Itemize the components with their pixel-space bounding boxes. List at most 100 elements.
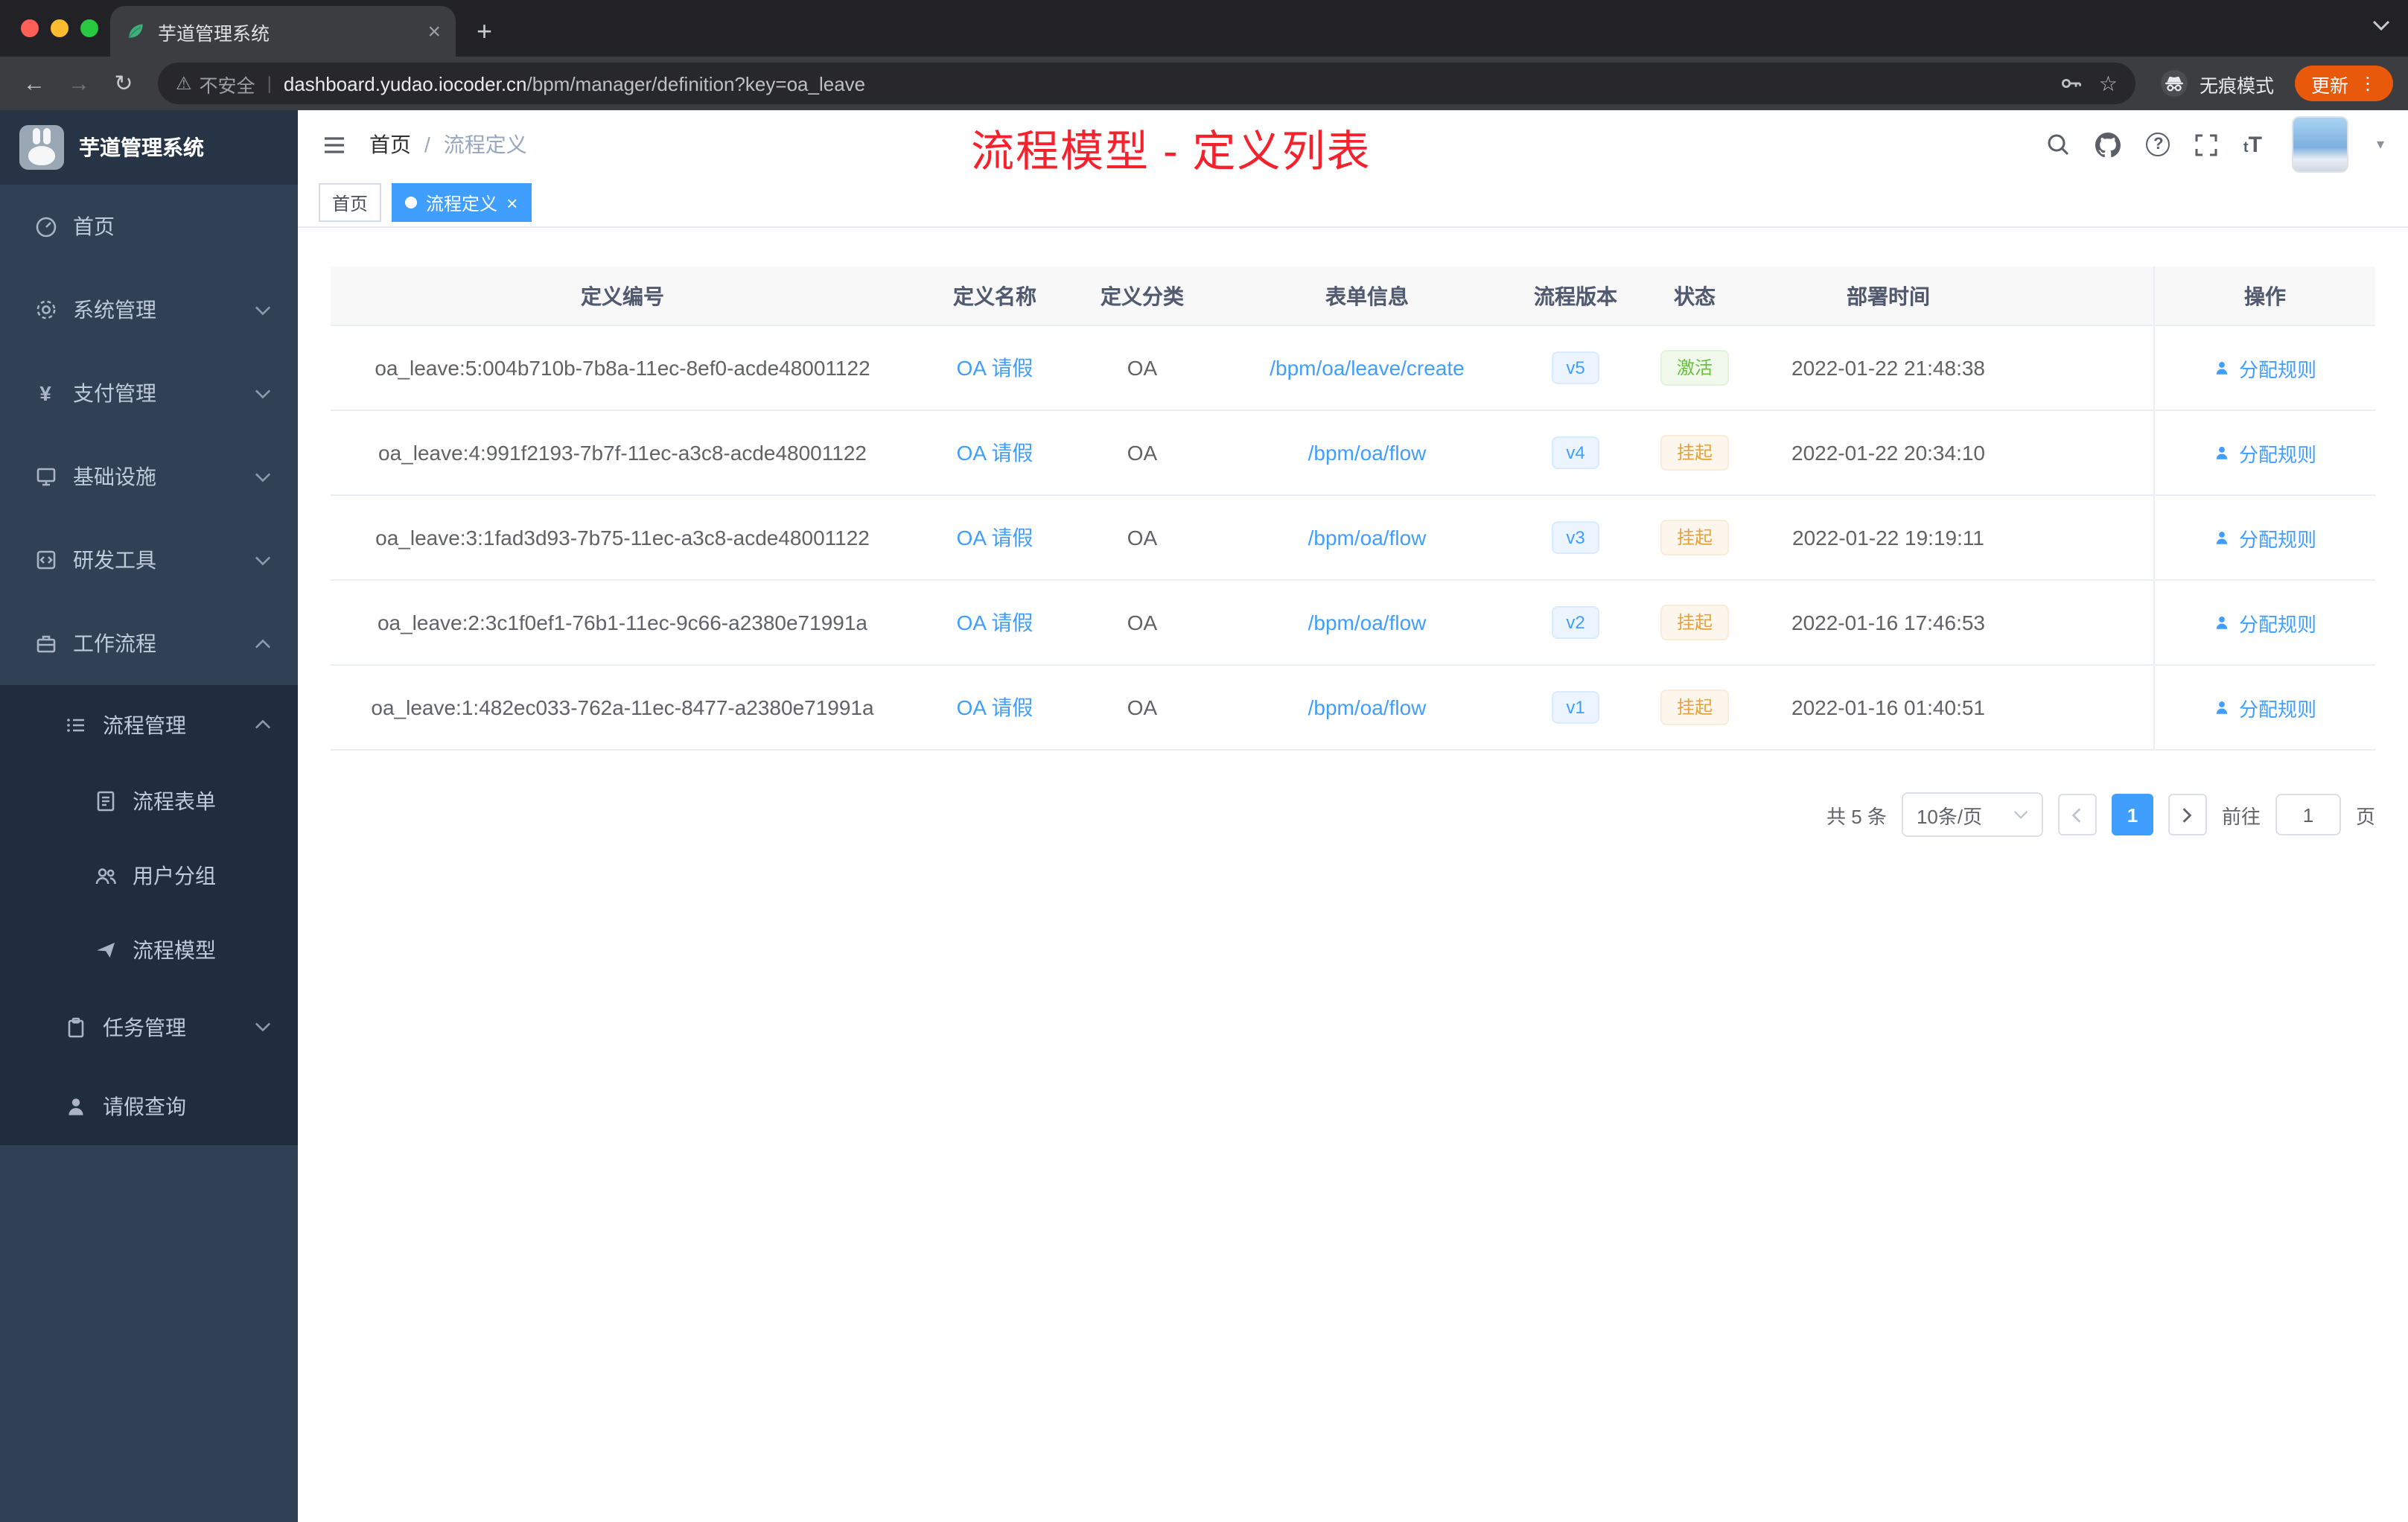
url-bar[interactable]: ⚠ 不安全 | dashboard.yudao.iocoder.cn /bpm/… bbox=[158, 63, 2135, 104]
form-link[interactable]: /bpm/oa/flow bbox=[1308, 695, 1427, 719]
avatar-caret-down-icon[interactable]: ▾ bbox=[2377, 136, 2384, 153]
cell-status: 挂起 bbox=[1626, 605, 1763, 640]
current-page-button[interactable]: 1 bbox=[2111, 794, 2153, 835]
sidebar-item-infrastructure[interactable]: 基础设施 bbox=[0, 435, 298, 518]
sidebar-item-process-model[interactable]: 流程模型 bbox=[0, 913, 298, 987]
cell-version: v4 bbox=[1525, 436, 1626, 470]
form-link[interactable]: /bpm/oa/flow bbox=[1308, 441, 1427, 465]
page-size-select[interactable]: 10条/页 bbox=[1901, 792, 2043, 837]
assign-rule-link[interactable]: 分配规则 bbox=[2214, 354, 2316, 382]
cell-form-info: /bpm/oa/flow bbox=[1209, 441, 1525, 465]
password-key-icon[interactable] bbox=[2060, 71, 2084, 95]
form-link[interactable]: /bpm/oa/leave/create bbox=[1270, 356, 1465, 380]
assign-rule-label: 分配规则 bbox=[2238, 358, 2316, 380]
sidebar-item-label: 研发工具 bbox=[73, 548, 156, 572]
font-size-icon[interactable]: tT bbox=[2243, 132, 2262, 157]
cell-version: v5 bbox=[1525, 351, 1626, 385]
help-icon[interactable]: ? bbox=[2146, 133, 2170, 156]
breadcrumb-home[interactable]: 首页 bbox=[369, 130, 411, 159]
content: 定义编号 定义名称 定义分类 表单信息 流程版本 状态 部署时间 操作 oa_l… bbox=[298, 228, 2408, 1522]
column-header-deploy-time: 部署时间 bbox=[1763, 267, 2013, 325]
cell-deploy-time: 2022-01-22 19:19:11 bbox=[1792, 526, 1984, 550]
assign-rule-label: 分配规则 bbox=[2238, 698, 2316, 720]
form-link[interactable]: /bpm/oa/flow bbox=[1308, 611, 1427, 634]
column-header-form: 表单信息 bbox=[1209, 267, 1525, 325]
back-button[interactable]: ← bbox=[15, 72, 54, 95]
incognito-icon bbox=[2159, 69, 2189, 98]
cell-version: v2 bbox=[1525, 605, 1626, 640]
total-count: 共 5 条 bbox=[1826, 805, 1887, 827]
sidebar-item-process-management[interactable]: 流程管理 bbox=[0, 685, 298, 764]
definition-name-link[interactable]: OA 请假 bbox=[957, 692, 1033, 722]
sidebar-item-payment-management[interactable]: ¥ 支付管理 bbox=[0, 351, 298, 435]
search-icon[interactable] bbox=[2047, 133, 2071, 156]
definition-name-link[interactable]: OA 请假 bbox=[957, 438, 1033, 468]
sidebar-item-system-management[interactable]: 系统管理 bbox=[0, 268, 298, 351]
form-link[interactable]: /bpm/oa/flow bbox=[1308, 526, 1427, 550]
url-domain-text: dashboard.yudao.iocoder.cn bbox=[283, 72, 527, 95]
cell-gap bbox=[2013, 496, 2153, 579]
tag-close-icon[interactable]: × bbox=[506, 193, 517, 212]
user-avatar[interactable] bbox=[2291, 116, 2348, 173]
chevron-down-icon bbox=[255, 471, 271, 482]
column-header-gap bbox=[2013, 267, 2153, 325]
sidebar-item-dev-tools[interactable]: 研发工具 bbox=[0, 518, 298, 602]
sidebar-item-leave-query[interactable]: 请假查询 bbox=[0, 1066, 298, 1145]
sidebar-logo[interactable]: 芋道管理系统 bbox=[0, 110, 298, 185]
next-page-button[interactable] bbox=[2167, 794, 2207, 835]
definition-name-link[interactable]: OA 请假 bbox=[957, 608, 1033, 637]
new-tab-button[interactable]: + bbox=[477, 18, 492, 45]
assign-rule-link[interactable]: 分配规则 bbox=[2214, 439, 2316, 467]
assign-rule-link[interactable]: 分配规则 bbox=[2214, 523, 2316, 552]
reload-button[interactable]: ↻ bbox=[104, 72, 143, 95]
app-title: 芋道管理系统 bbox=[79, 136, 204, 159]
cell-deploy-time: 2022-01-16 17:46:53 bbox=[1791, 611, 1985, 634]
browser-tab[interactable]: 芋道管理系统 × bbox=[110, 6, 456, 57]
traffic-light-zoom-button[interactable] bbox=[80, 19, 98, 37]
navbar-actions: ? tT ▾ bbox=[2047, 116, 2384, 173]
update-button[interactable]: 更新 ⋮ bbox=[2294, 66, 2393, 101]
github-icon[interactable] bbox=[2095, 132, 2121, 157]
cell-definition-id: oa_leave:4:991f2193-7b7f-11ec-a3c8-acde4… bbox=[378, 441, 867, 465]
definition-name-link[interactable]: OA 请假 bbox=[957, 353, 1033, 383]
bookmark-star-icon[interactable]: ☆ bbox=[2099, 71, 2118, 96]
leaf-favicon-icon bbox=[125, 21, 146, 42]
cell-gap bbox=[2013, 581, 2153, 664]
sidebar-item-user-group[interactable]: 用户分组 bbox=[0, 838, 298, 913]
sidebar-item-label: 系统管理 bbox=[73, 298, 156, 322]
definition-name-link[interactable]: OA 请假 bbox=[957, 523, 1033, 553]
tag-process-definition[interactable]: 流程定义 × bbox=[392, 183, 532, 222]
prev-page-button[interactable] bbox=[2057, 794, 2097, 835]
cell-gap bbox=[2013, 411, 2153, 494]
sidebar-item-process-form[interactable]: 流程表单 bbox=[0, 764, 298, 838]
tag-label: 流程定义 bbox=[426, 193, 498, 214]
traffic-light-close-button[interactable] bbox=[21, 19, 39, 37]
user-group-icon bbox=[92, 863, 118, 888]
forward-button[interactable]: → bbox=[60, 72, 98, 95]
tag-home[interactable]: 首页 bbox=[319, 183, 382, 222]
tab-close-icon[interactable]: × bbox=[427, 20, 441, 42]
security-label[interactable]: 不安全 bbox=[200, 69, 255, 98]
version-badge: v2 bbox=[1551, 605, 1600, 640]
tab-search-chevron-down-icon[interactable] bbox=[2372, 19, 2390, 31]
page-size-value: 10条/页 bbox=[1916, 805, 1983, 827]
fullscreen-icon[interactable] bbox=[2196, 133, 2218, 156]
cell-form-info: /bpm/oa/flow bbox=[1209, 695, 1525, 719]
cell-operations: 分配规则 bbox=[2153, 326, 2375, 410]
traffic-light-minimize-button[interactable] bbox=[51, 19, 69, 37]
navbar: 首页 / 流程定义 流程模型 - 定义列表 ? tT ▾ bbox=[298, 110, 2408, 179]
window-controls bbox=[0, 0, 119, 57]
goto-page-input[interactable] bbox=[2275, 794, 2341, 835]
sidebar-item-label: 支付管理 bbox=[73, 381, 156, 405]
assign-rule-link[interactable]: 分配规则 bbox=[2214, 608, 2316, 637]
breadcrumb-separator: / bbox=[424, 133, 430, 156]
briefcase-icon bbox=[33, 631, 58, 656]
sidebar-item-workflow[interactable]: 工作流程 bbox=[0, 602, 298, 685]
cell-operations: 分配规则 bbox=[2153, 411, 2375, 494]
sidebar-item-task-management[interactable]: 任务管理 bbox=[0, 987, 298, 1066]
assign-rule-link[interactable]: 分配规则 bbox=[2214, 693, 2316, 722]
browser-menu-dots-icon[interactable]: ⋮ bbox=[2359, 73, 2377, 94]
user-icon bbox=[2214, 614, 2232, 631]
sidebar-item-home[interactable]: 首页 bbox=[0, 185, 298, 268]
sidebar-toggle-button[interactable] bbox=[322, 132, 347, 157]
